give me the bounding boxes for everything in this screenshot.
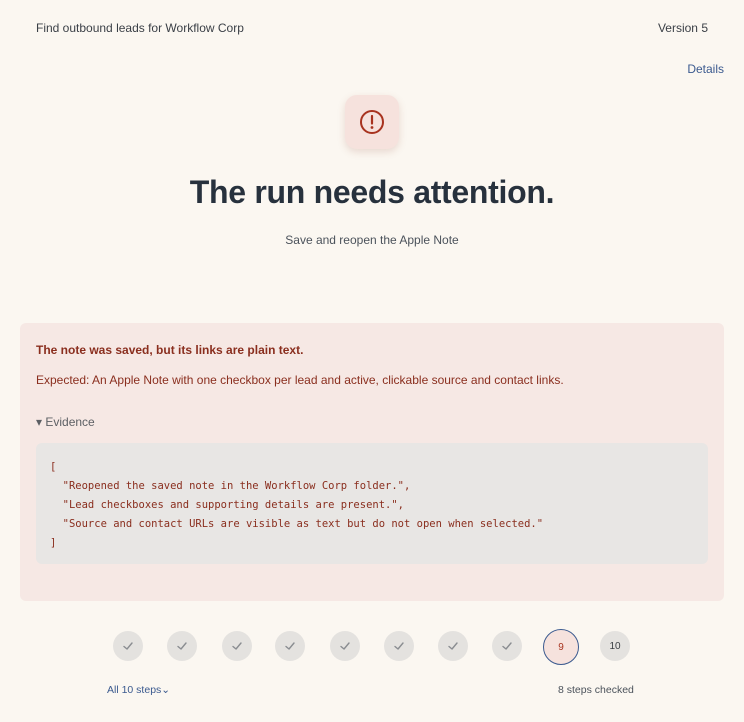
run-status-page: Find outbound leads for Workflow Corp Ve… — [0, 0, 744, 722]
step-1[interactable] — [113, 631, 143, 661]
step-2[interactable] — [167, 631, 197, 661]
checkmark-icon — [448, 642, 458, 650]
evidence-toggle[interactable]: ▾ Evidence — [36, 415, 95, 429]
checkmark-icon — [123, 642, 133, 650]
checkmark-icon — [232, 642, 242, 650]
step-progress: 9 10 — [0, 629, 744, 665]
step-9[interactable]: 9 — [543, 629, 579, 665]
task-title: Find outbound leads for Workflow Corp — [36, 21, 244, 35]
issue-title: The note was saved, but its links are pl… — [36, 343, 304, 357]
issue-expected: Expected: An Apple Note with one checkbo… — [36, 373, 564, 387]
step-10[interactable]: 10 — [600, 631, 630, 661]
checkmark-icon — [285, 642, 295, 650]
status-headline: The run needs attention. — [189, 174, 555, 210]
issue-panel: The note was saved, but its links are pl… — [20, 323, 724, 601]
step-number: 9 — [558, 641, 564, 653]
alert-circle-icon — [360, 110, 384, 134]
checkmark-icon — [340, 642, 350, 650]
steps-checked-count: 8 steps checked — [558, 684, 634, 696]
alert-badge — [345, 95, 399, 149]
checkmark-icon — [502, 642, 512, 650]
status-subline: Save and reopen the Apple Note — [285, 233, 459, 247]
version-label: Version 5 — [657, 21, 708, 35]
step-5[interactable] — [330, 631, 360, 661]
step-number: 10 — [609, 640, 621, 652]
step-4[interactable] — [275, 631, 305, 661]
step-7[interactable] — [438, 631, 468, 661]
step-3[interactable] — [222, 631, 252, 661]
all-steps-toggle[interactable]: All 10 steps⌄ — [107, 684, 170, 696]
step-8[interactable] — [492, 631, 522, 661]
checkmark-icon — [177, 642, 187, 650]
details-link[interactable]: Details — [687, 62, 724, 76]
checkmark-icon — [394, 642, 404, 650]
step-6[interactable] — [384, 631, 414, 661]
evidence-code-block: [ "Reopened the saved note in the Workfl… — [36, 443, 708, 564]
